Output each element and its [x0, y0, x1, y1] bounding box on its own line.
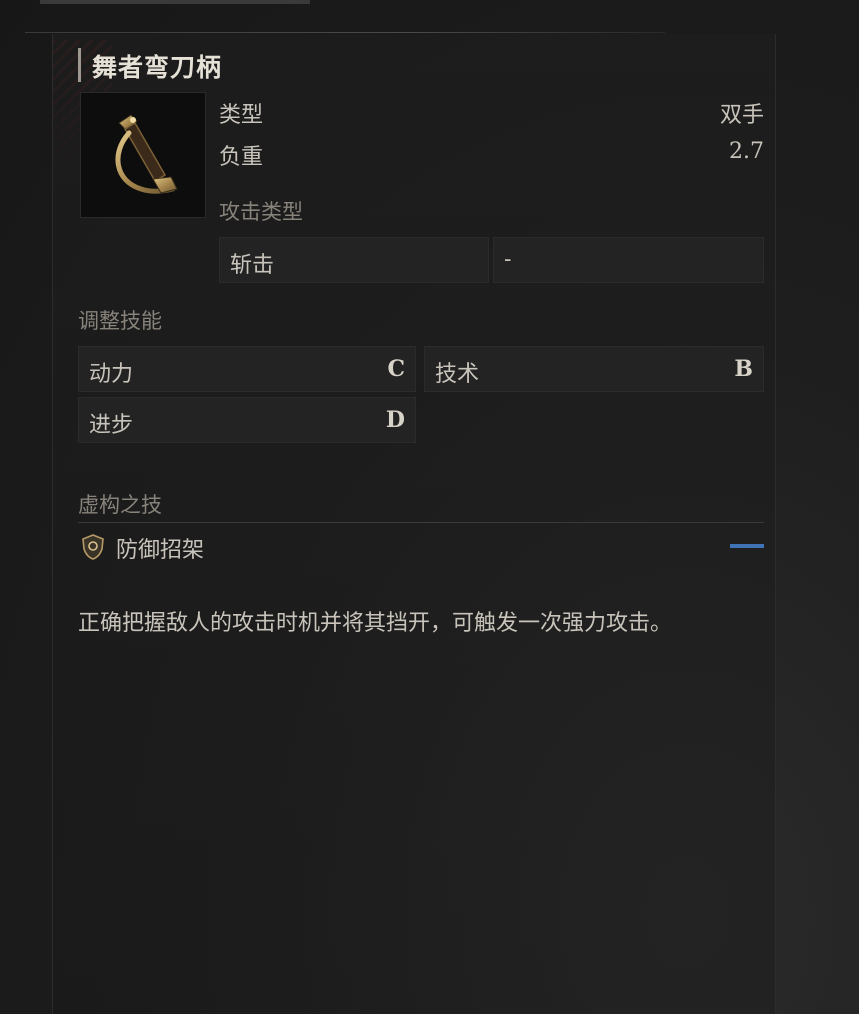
item-thumbnail — [80, 92, 206, 218]
top-divider — [25, 32, 665, 33]
item-detail-screen: 舞者弯刀柄 类型 双手 负重 2.7 攻击类型 斩击 - 调整技能 动力 C 技… — [0, 0, 859, 1014]
scaling-cell-advance: 进步 D — [78, 397, 416, 443]
fable-art-indicator — [730, 544, 764, 548]
top-tab-edge — [40, 0, 310, 4]
saber-hilt-icon — [115, 114, 178, 194]
scaling-grade: D — [385, 407, 405, 433]
scaling-label: 动力 — [89, 362, 134, 387]
scaling-label: 技术 — [435, 362, 480, 387]
attack-type-primary: 斩击 — [230, 253, 275, 278]
scaling-cell-strength: 动力 C — [78, 346, 416, 392]
scaling-heading: 调整技能 — [78, 309, 162, 333]
fable-art-heading: 虚构之技 — [78, 493, 162, 517]
scaling-cell-technique: 技术 B — [424, 346, 764, 392]
weight-value: 2.7 — [729, 139, 764, 164]
fable-art-divider — [78, 522, 764, 523]
type-value: 双手 — [719, 103, 764, 128]
scaling-grade: B — [734, 356, 753, 382]
fable-art-name: 防御招架 — [116, 538, 205, 563]
scaling-label: 进步 — [89, 413, 134, 438]
attack-type-secondary-cell: - — [493, 237, 764, 283]
title-accent-bar — [78, 48, 81, 82]
attack-type-primary-cell: 斩击 — [219, 237, 489, 283]
shield-icon — [82, 534, 104, 560]
type-label: 类型 — [219, 103, 264, 128]
fable-art-row[interactable]: 防御招架 — [80, 530, 764, 564]
attack-type-heading: 攻击类型 — [219, 200, 303, 224]
item-title: 舞者弯刀柄 — [92, 53, 223, 82]
attack-type-secondary: - — [504, 247, 512, 272]
scaling-grade: C — [387, 356, 405, 382]
item-description: 正确把握敌人的攻击时机并将其挡开，可触发一次强力攻击。 — [78, 611, 673, 636]
weight-label: 负重 — [219, 145, 264, 170]
